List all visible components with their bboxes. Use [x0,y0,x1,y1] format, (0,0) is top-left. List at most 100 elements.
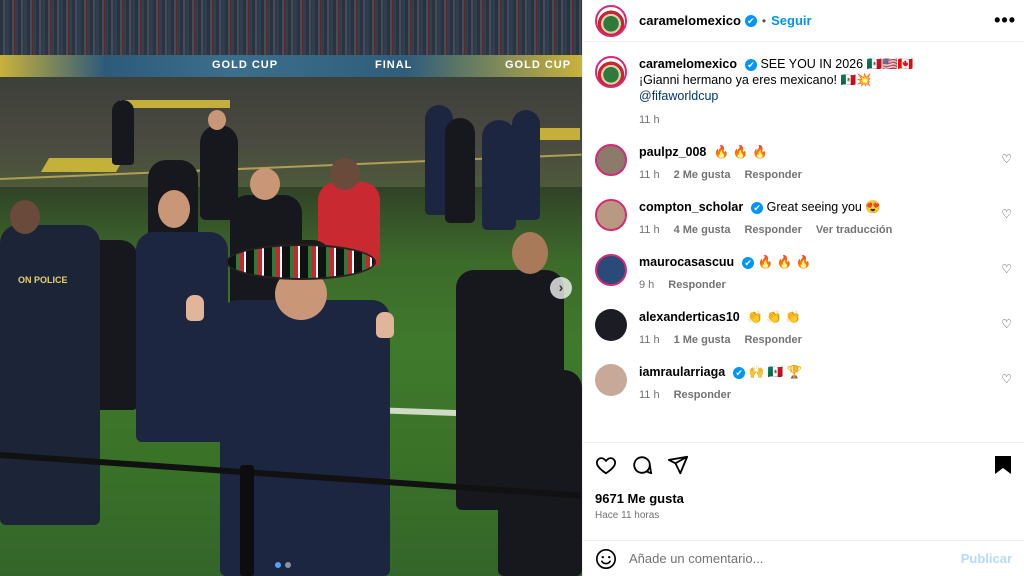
comment-item: iamraularriaga ✔ 🙌 🇲🇽 🏆 11 h Responder ♡ [595,364,1012,403]
comment-text: 🙌 🇲🇽 🏆 [748,365,803,379]
official [445,118,475,223]
comment-like-heart-icon[interactable]: ♡ [1001,207,1012,221]
ad-board: GOLD CUP FINAL GOLD CUP [0,55,582,77]
follow-button[interactable]: Seguir [771,13,811,28]
translate-button[interactable]: Ver traducción [816,222,892,238]
comment-text: 👏 👏 👏 [747,310,801,324]
caption-username[interactable]: caramelomexico [639,57,737,71]
comment-composer: Publicar [583,540,1024,576]
verified-badge-icon: ✔ [733,366,746,379]
post-timestamp: Hace 11 horas [595,510,660,521]
person-head [330,158,360,190]
carousel-dot-active [275,562,281,568]
likes-count[interactable]: 9671 Me gusta [595,491,1012,506]
comment-like-heart-icon[interactable]: ♡ [1001,317,1012,331]
person-head [208,110,226,130]
barrier-post [240,465,254,576]
chevron-right-icon: › [558,279,564,295]
post-caption: caramelomexico ✔ SEE YOU IN 2026 🇲🇽🇺🇸🇨🇦 ¡… [595,56,1012,128]
ad-board-text-2: FINAL [375,59,413,71]
more-options-icon[interactable]: ••• [994,10,1016,31]
sombrero-brim [226,244,376,280]
author-avatar[interactable] [595,4,627,37]
comment-time: 11 h [639,334,660,346]
post-side-panel: caramelomexico ✔ • Seguir ••• caramelome… [582,0,1024,576]
woman-with-phone [498,370,582,576]
emoji-icon[interactable] [595,548,617,570]
comment-like-heart-icon[interactable]: ♡ [1001,372,1012,386]
verified-badge-icon: ✔ [742,256,755,269]
share-icon[interactable] [667,454,689,476]
official [482,120,516,230]
reply-button[interactable]: Responder [744,222,801,238]
commenter-avatar[interactable] [595,144,627,176]
comment-text: 🔥 🔥 🔥 [757,255,812,269]
comment-likes[interactable]: 2 Me gusta [674,167,731,183]
caption-time: 11 h [639,114,660,126]
verified-badge-icon: ✔ [751,201,764,214]
comment-time: 11 h [639,389,660,401]
publish-button[interactable]: Publicar [961,551,1012,566]
comment-likes[interactable]: 4 Me gusta [674,222,731,238]
person [112,100,134,165]
reply-button[interactable]: Responder [744,332,801,348]
commenter-username[interactable]: compton_scholar [639,200,743,214]
stage-marking [120,100,230,108]
comment-like-heart-icon[interactable]: ♡ [1001,152,1012,166]
commenter-username[interactable]: alexanderticas10 [639,310,740,324]
comment-input[interactable] [629,551,961,566]
verified-badge-icon: ✔ [744,14,757,27]
commenter-username[interactable]: iamraularriaga [639,365,725,379]
person-head [10,200,40,234]
ad-board-text-1: GOLD CUP [212,59,279,71]
post-actions: 9671 Me gusta Hace 11 horas [583,442,1024,540]
verified-badge-icon: ✔ [744,58,757,71]
caption-text-line2: ¡Gianni hermano ya eres mexicano! 🇲🇽💥 [639,73,872,87]
commenter-username[interactable]: paulpz_008 [639,145,706,159]
commenter-avatar[interactable] [595,364,627,396]
next-media-button[interactable]: › [550,277,572,299]
person-head [250,168,280,200]
official [512,110,540,220]
carousel-dot [285,562,291,568]
reply-button[interactable]: Responder [674,387,731,403]
man-in-suit [136,232,228,442]
comment-text: Great seeing you 😍 [766,200,881,214]
comment-likes[interactable]: 1 Me gusta [674,332,731,348]
reply-button[interactable]: Responder [668,277,725,293]
author-username[interactable]: caramelomexico [639,13,741,28]
comments-list[interactable]: caramelomexico ✔ SEE YOU IN 2026 🇲🇽🇺🇸🇨🇦 ¡… [583,42,1024,442]
commenter-avatar[interactable] [595,199,627,231]
carousel-dots [275,562,291,568]
comment-item: compton_scholar ✔ Great seeing you 😍 11 h… [595,199,1012,238]
save-bookmark-icon[interactable] [994,455,1012,475]
thumbs-up-right [376,312,394,338]
comment-time: 11 h [639,224,660,236]
comment-text: 🔥 🔥 🔥 [713,145,768,159]
police-officer [0,225,100,525]
comment-time: 9 h [639,279,655,291]
comment-item: paulpz_008 🔥 🔥 🔥 11 h 2 Me gusta Respond… [595,144,1012,183]
separator-dot: • [761,13,767,28]
commenter-username[interactable]: maurocasascuu [639,255,734,269]
comment-item: maurocasascuu ✔ 🔥 🔥 🔥 9 h Responder ♡ [595,254,1012,293]
person-head [158,190,190,228]
comment-like-heart-icon[interactable]: ♡ [1001,262,1012,276]
ad-board-text-3: GOLD CUP [505,59,572,71]
person-head [512,232,548,274]
like-heart-icon[interactable] [595,454,617,476]
caption-text-line1: SEE YOU IN 2026 🇲🇽🇺🇸🇨🇦 [760,57,914,71]
stadium-crowd [0,0,582,58]
commenter-avatar[interactable] [595,309,627,341]
thumbs-up-left [186,295,204,321]
jacket-text: ON POLICE [18,275,68,285]
comment-item: alexanderticas10 👏 👏 👏 11 h 1 Me gusta R… [595,309,1012,348]
commenter-avatar[interactable] [595,254,627,286]
post-header: caramelomexico ✔ • Seguir ••• [583,0,1024,42]
post-media[interactable]: GOLD CUP FINAL GOLD CUP ON POLICE › [0,0,582,576]
reply-button[interactable]: Responder [744,167,801,183]
comment-icon[interactable] [631,454,653,476]
caption-mention-link[interactable]: @fifaworldcup [639,88,913,104]
caption-avatar[interactable] [595,56,627,88]
comment-time: 11 h [639,169,660,181]
